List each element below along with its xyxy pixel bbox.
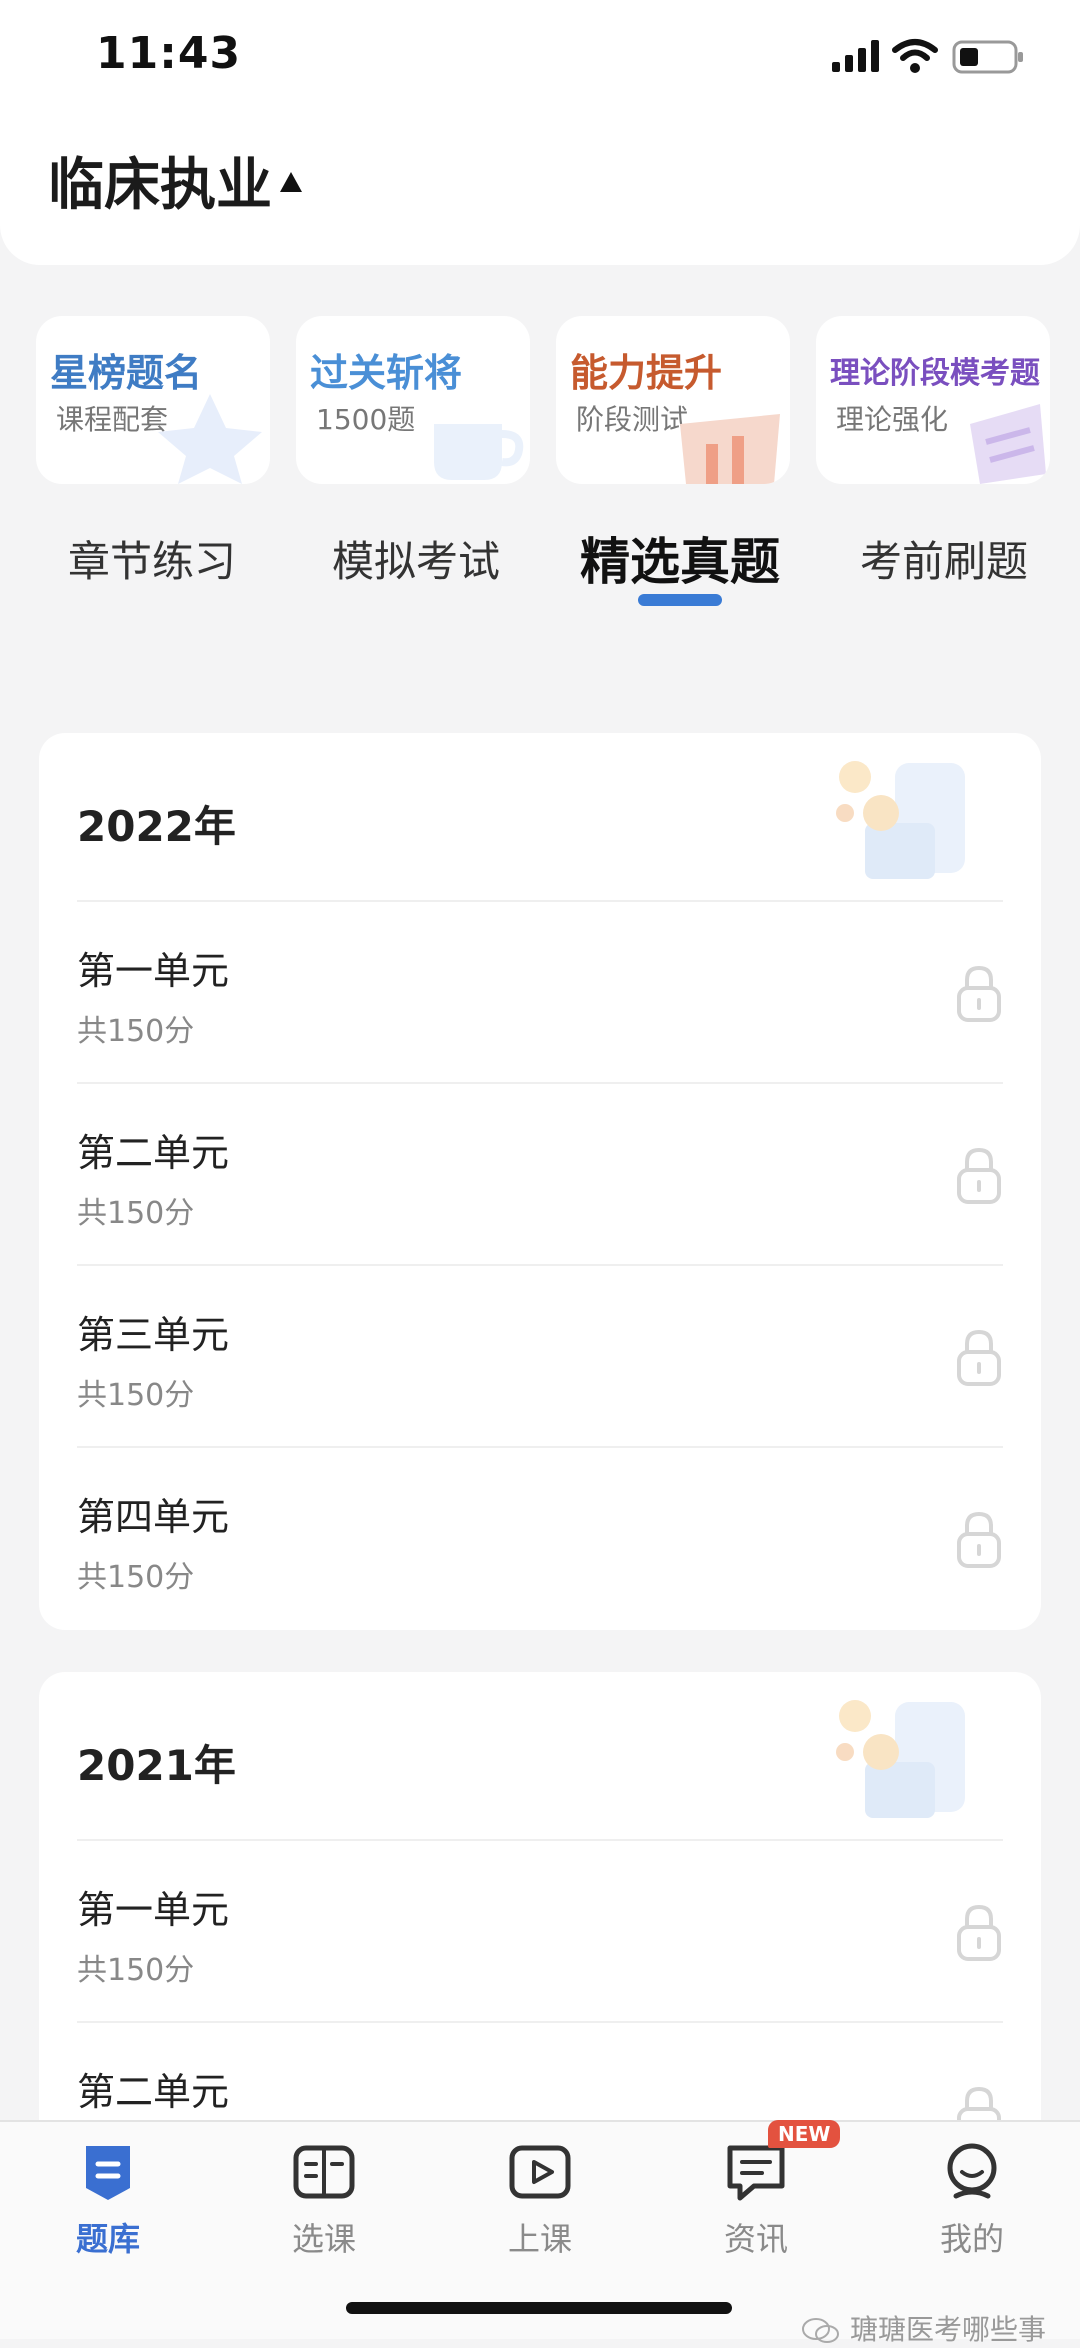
exam-title[interactable]: 临床执业 — [48, 140, 272, 221]
unit-row[interactable]: 第二单元 共150分 — [77, 1082, 1003, 1266]
chart-deco-icon — [680, 414, 780, 484]
unit-row[interactable]: 第四单元 共150分 — [77, 1446, 1003, 1630]
question-bank-icon — [86, 2146, 130, 2200]
feature-cards: 星榜题名 课程配套 过关斩将 1500题 能力提升 阶段测试 理论阶段模考题 理… — [36, 316, 1080, 484]
unit-name: 第一单元 — [77, 949, 230, 993]
news-icon — [727, 2145, 785, 2201]
document-icon — [970, 404, 1046, 484]
tab-pre-exam-drill[interactable]: 考前刷题 — [860, 528, 1028, 589]
nav-profile[interactable]: 我的 — [864, 2122, 1080, 2339]
status-bar: 11:43 — [0, 0, 1080, 120]
unit-score: 共150分 — [77, 1014, 195, 1049]
battery-icon — [952, 40, 1023, 74]
nav-label: 选课 — [291, 2220, 356, 2258]
unit-score: 共150分 — [77, 1560, 195, 1595]
watermark: 瑭瑭医考哪些事 — [801, 2308, 1046, 2348]
unit-row[interactable]: 第三单元 共150分 — [77, 1264, 1003, 1448]
tab-mock-exam[interactable]: 模拟考试 — [332, 528, 500, 589]
unit-score: 共150分 — [77, 1378, 195, 1413]
unit-score: 共150分 — [77, 1953, 195, 1988]
section-year-title: 2022年 — [77, 802, 236, 851]
tab-selected-past-papers[interactable]: 精选真题 — [580, 522, 780, 594]
unit-row[interactable]: 第一单元 共150分 — [77, 900, 1003, 1084]
lock-icon — [957, 965, 1001, 1022]
play-class-icon — [509, 2145, 571, 2199]
card-subtitle: 1500题 — [316, 403, 416, 436]
unit-name: 第二单元 — [77, 1131, 230, 1175]
caret-down-icon[interactable] — [278, 170, 304, 194]
section-year-title: 2021年 — [77, 1741, 236, 1790]
nav-label: 资讯 — [723, 2220, 788, 2258]
wifi-icon — [892, 39, 938, 73]
year-section-2022: 2022年 第一单元 共150分 第二单元 共150分 第三单元 共150分 第… — [39, 733, 1041, 1630]
active-tab-indicator — [638, 594, 722, 606]
unit-row[interactable]: 第一单元 共150分 — [77, 1839, 1003, 2023]
lock-icon — [957, 1147, 1001, 1204]
unit-name: 第一单元 — [77, 1888, 230, 1932]
star-icon — [158, 394, 262, 484]
lock-icon — [957, 1904, 1001, 1961]
nav-label: 我的 — [939, 2220, 1004, 2258]
nav-label: 题库 — [75, 2220, 140, 2258]
card-theory-mock[interactable]: 理论阶段模考题 理论强化 — [816, 316, 1050, 484]
nav-question-bank[interactable]: 题库 — [0, 2122, 216, 2339]
exam-paper-deco-icon — [836, 761, 965, 879]
nav-label: 上课 — [507, 2220, 572, 2258]
cup-icon — [434, 424, 524, 480]
card-ability-boost[interactable]: 能力提升 阶段测试 — [556, 316, 790, 484]
unit-score: 共150分 — [77, 1196, 195, 1231]
new-badge: NEW — [768, 2120, 841, 2148]
profile-icon — [947, 2143, 997, 2199]
lock-icon — [957, 1511, 1001, 1568]
wechat-icon — [802, 2318, 840, 2343]
unit-name: 第二单元 — [77, 2070, 230, 2114]
exam-paper-deco-icon — [836, 1700, 965, 1818]
card-star-ranking[interactable]: 星榜题名 课程配套 — [36, 316, 270, 484]
unit-name: 第三单元 — [77, 1313, 230, 1357]
home-indicator[interactable] — [346, 2302, 732, 2314]
unit-name: 第四单元 — [77, 1495, 230, 1539]
cellular-signal-icon — [832, 40, 879, 72]
course-select-icon — [293, 2145, 355, 2199]
watermark-text: 瑭瑭医考哪些事 — [849, 2313, 1046, 2346]
card-level-pass[interactable]: 过关斩将 1500题 — [296, 316, 530, 484]
tab-chapter-practice[interactable]: 章节练习 — [68, 528, 236, 589]
lock-icon — [957, 1329, 1001, 1386]
status-time: 11:43 — [96, 28, 242, 79]
